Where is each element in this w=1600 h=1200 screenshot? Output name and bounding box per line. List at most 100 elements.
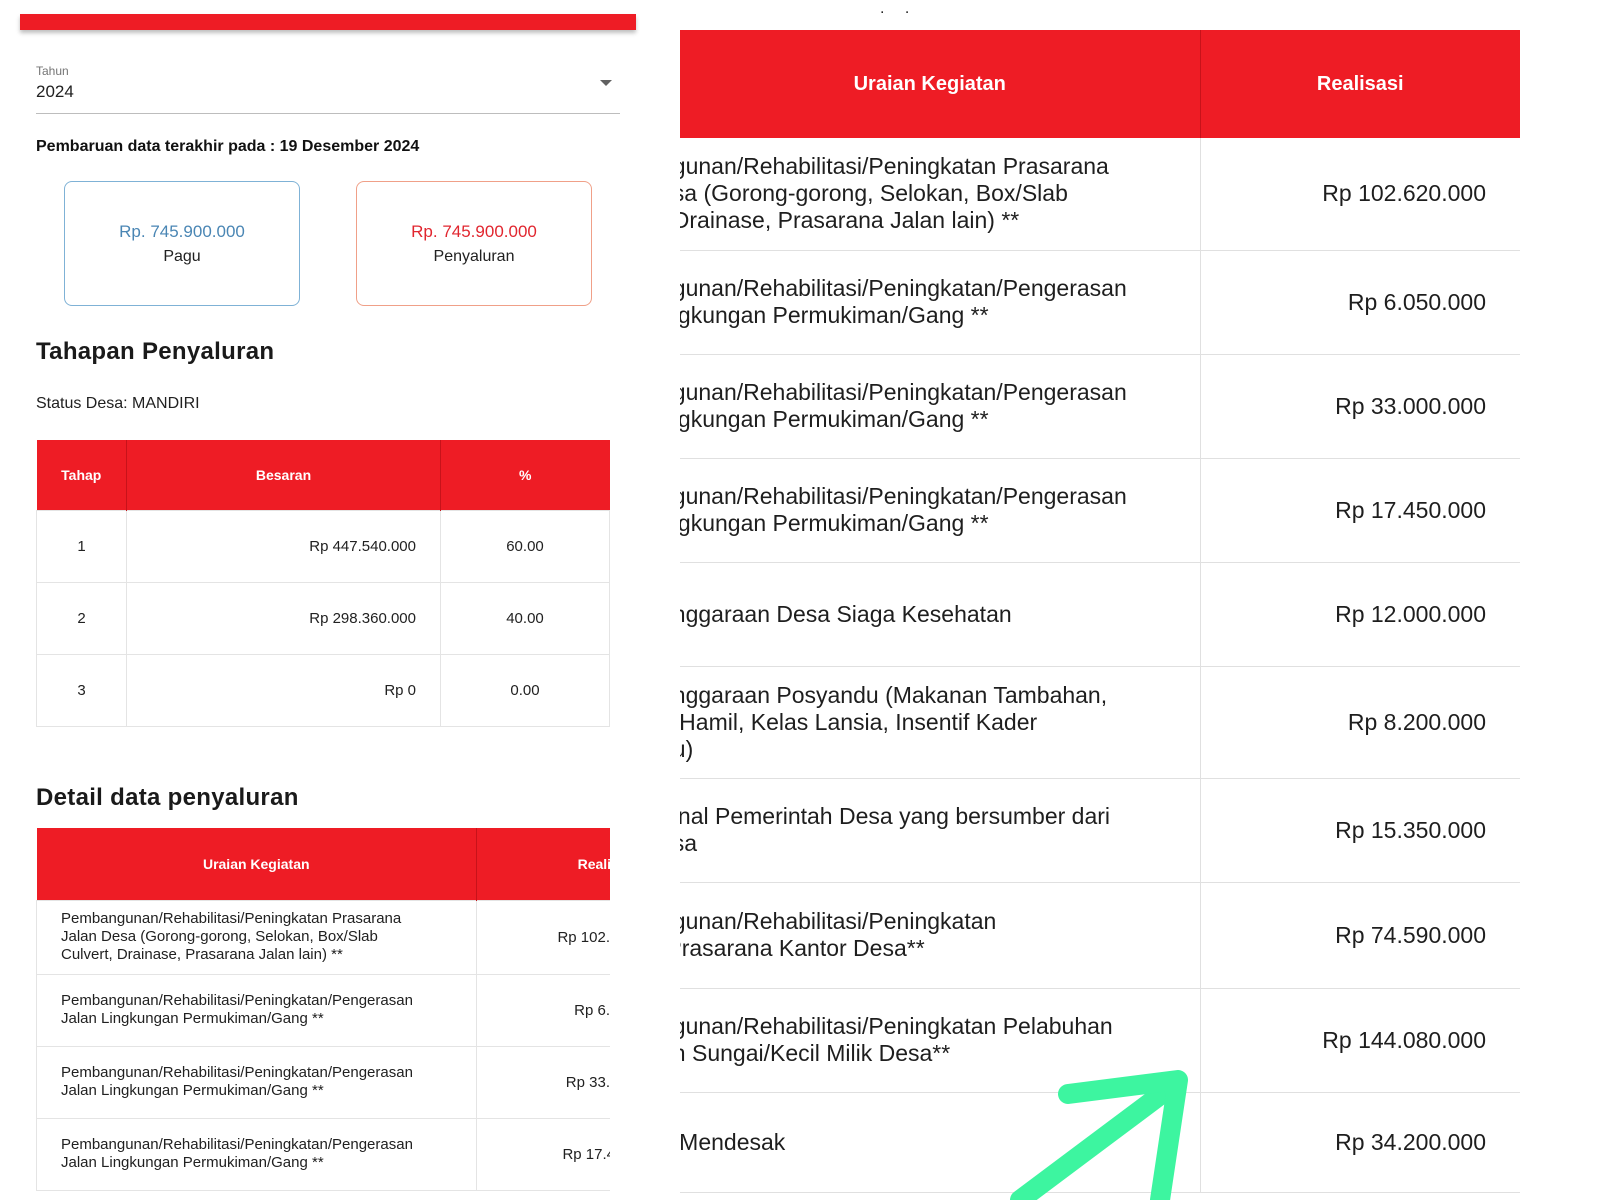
uraian-cell: ngunan/Rehabilitasi/Peningkatan/Pengeras…	[680, 250, 1201, 355]
uraian-line: Jalan Lingkungan Permukiman/Gang **	[61, 1082, 324, 1099]
header-uraian[interactable]: Uraian Kegiatan	[680, 30, 1201, 138]
uraian-line: Culvert, Drainase, Prasarana Jalan lain)…	[61, 946, 343, 963]
zoomed-panel: . . Uraian Kegiatan Realisasi ngunan/Reh…	[680, 0, 1552, 1200]
uraian-line: enggaraan Desa Siaga Kesehatan	[680, 600, 1012, 627]
realisasi-cell: Rp 102.(	[476, 899, 610, 975]
detail-table: Uraian Kegiatan Realisas Pembangunan/Reh…	[36, 828, 610, 1191]
uraian-line: Jalan Lingkungan Permukiman/Gang **	[61, 1154, 324, 1171]
table-row: ngunan/Rehabilitasi/Peningkatan/Pengeras…	[680, 250, 1520, 355]
tahap-cell: 2	[36, 581, 127, 655]
uraian-line: Jalan Desa (Gorong-gorong, Selokan, Box/…	[61, 928, 378, 945]
uraian-cell: enggaraan Posyandu (Makanan Tambahan, u H…	[680, 666, 1201, 779]
uraian-line: . Drainase, Prasarana Jalan lain) **	[680, 207, 1020, 234]
left-panel: Tahun 2024 Pembaruan data terakhir pada …	[0, 0, 640, 1200]
realisasi-cell: Rp 17.450.000	[1200, 458, 1520, 563]
table-row: ional Pemerintah Desa yang bersumber dar…	[680, 778, 1520, 883]
chevron-down-icon[interactable]	[600, 80, 612, 86]
uraian-line: n Mendesak	[680, 1128, 786, 1155]
realisasi-cell: Rp 15.350.000	[1200, 778, 1520, 883]
table-row: ngunan/Rehabilitasi/Peningkatan/Prasaran…	[680, 882, 1520, 989]
header-besaran[interactable]: Besaran	[126, 440, 441, 510]
cropped-heading: . .	[880, 0, 918, 17]
table-row: Pembangunan/Rehabilitasi/Peningkatan/Pen…	[36, 973, 610, 1047]
tahapan-table: Tahap Besaran % 1 Rp 447.540.000 60.00 2…	[36, 440, 610, 727]
zoomed-detail-table: Uraian Kegiatan Realisasi ngunan/Rehabil…	[680, 30, 1520, 1193]
header-realisasi[interactable]: Realisasi	[1200, 30, 1520, 138]
realisasi-cell: Rp 6.050.000	[1200, 250, 1520, 355]
realisasi-cell: Rp 8.200.000	[1200, 666, 1520, 779]
tahapan-title: Tahapan Penyaluran	[36, 338, 275, 365]
uraian-line: /Prasarana Kantor Desa**	[680, 935, 925, 961]
uraian-cell: Pembangunan/Rehabilitasi/Peningkatan/Pen…	[36, 1045, 477, 1119]
pagu-card: Rp. 745.900.000 Pagu	[64, 181, 300, 306]
table-row: Pembangunan/Rehabilitasi/Peningkatan/Pen…	[36, 1045, 610, 1119]
table-row: ngunan/Rehabilitasi/Peningkatan/Pengeras…	[680, 354, 1520, 459]
besaran-cell: Rp 298.360.000	[126, 581, 441, 655]
table-row: enggaraan Desa Siaga Kesehatan Rp 12.000.…	[680, 562, 1520, 667]
uraian-cell: ngunan/Rehabilitasi/Peningkatan/Pengeras…	[680, 354, 1201, 459]
realisasi-cell: Rp 33.000.000	[1200, 354, 1520, 459]
header-realisasi[interactable]: Realisas	[476, 828, 610, 900]
uraian-line: ngunan/Rehabilitasi/Peningkatan/Pengeras…	[680, 379, 1127, 405]
detail-table-scroll[interactable]: Uraian Kegiatan Realisas Pembangunan/Reh…	[36, 828, 610, 1200]
tahap-cell: 3	[36, 653, 127, 727]
realisasi-cell: Rp 12.000.000	[1200, 562, 1520, 667]
year-select-value: 2024	[36, 82, 74, 101]
uraian-cell: ngunan/Rehabilitasi/Peningkatan/Pengeras…	[680, 458, 1201, 563]
header-uraian[interactable]: Uraian Kegiatan	[36, 828, 477, 900]
detail-title: Detail data penyaluran	[36, 784, 299, 811]
uraian-cell: n Mendesak	[680, 1092, 1201, 1193]
header-percent[interactable]: %	[440, 440, 610, 510]
header-tahap[interactable]: Tahap	[36, 440, 127, 510]
uraian-cell: ngunan/Rehabilitasi/Peningkatan Prasaran…	[680, 138, 1201, 251]
table-row: 3 Rp 0 0.00	[36, 653, 610, 727]
percent-cell: 0.00	[440, 653, 610, 727]
uraian-line: ingkungan Permukiman/Gang **	[680, 406, 989, 432]
uraian-cell: Pembangunan/Rehabilitasi/Peningkatan Pra…	[36, 899, 477, 975]
uraian-line: an Sungai/Kecil Milik Desa**	[680, 1040, 951, 1066]
year-select-label: Tahun	[36, 64, 69, 78]
penyaluran-card: Rp. 745.900.000 Penyaluran	[356, 181, 592, 306]
table-row: ngunan/Rehabilitasi/Peningkatan Pelabuha…	[680, 988, 1520, 1093]
uraian-line: ngunan/Rehabilitasi/Peningkatan Prasaran…	[680, 153, 1109, 180]
realisasi-cell: Rp 34.200.000	[1200, 1092, 1520, 1193]
penyaluran-label: Penyaluran	[433, 248, 515, 265]
percent-cell: 40.00	[440, 581, 610, 655]
pagu-label: Pagu	[163, 248, 201, 265]
table-row: ngunan/Rehabilitasi/Peningkatan/Pengeras…	[680, 458, 1520, 563]
detail-header-row: Uraian Kegiatan Realisas	[36, 828, 610, 900]
last-update-text: Pembaruan data terakhir pada : 19 Desemb…	[36, 138, 420, 155]
percent-cell: 60.00	[440, 509, 610, 583]
uraian-line: ingkungan Permukiman/Gang **	[680, 510, 989, 536]
tahap-cell: 1	[36, 509, 127, 583]
realisasi-cell: Rp 33.(	[476, 1045, 610, 1119]
table-row: 2 Rp 298.360.000 40.00	[36, 581, 610, 655]
table-row: ngunan/Rehabilitasi/Peningkatan Prasaran…	[680, 138, 1520, 251]
uraian-cell: enggaraan Desa Siaga Kesehatan	[680, 562, 1201, 667]
uraian-line: Pembangunan/Rehabilitasi/Peningkatan/Pen…	[61, 992, 413, 1009]
uraian-line: Pembangunan/Rehabilitasi/Peningkatan Pra…	[61, 910, 402, 927]
table-row: Pembangunan/Rehabilitasi/Peningkatan/Pen…	[36, 1117, 610, 1191]
uraian-line: ngunan/Rehabilitasi/Peningkatan	[680, 908, 997, 934]
year-select[interactable]: Tahun 2024	[36, 60, 620, 114]
uraian-line: ingkungan Permukiman/Gang **	[680, 302, 989, 328]
uraian-line: esa (Gorong-gorong, Selokan, Box/Slab	[680, 180, 1068, 207]
realisasi-cell: Rp 144.080.000	[1200, 988, 1520, 1093]
uraian-line: Jalan Lingkungan Permukiman/Gang **	[61, 1010, 324, 1027]
besaran-cell: Rp 0	[126, 653, 441, 727]
uraian-cell: Pembangunan/Rehabilitasi/Peningkatan/Pen…	[36, 973, 477, 1047]
table-row: n Mendesak Rp 34.200.000	[680, 1092, 1520, 1193]
top-bar	[20, 14, 636, 30]
pagu-amount: Rp. 745.900.000	[119, 222, 245, 241]
zoomed-header-row: Uraian Kegiatan Realisasi	[680, 30, 1520, 138]
status-desa: Status Desa: MANDIRI	[36, 395, 200, 412]
uraian-line: du)	[680, 735, 694, 762]
table-row: enggaraan Posyandu (Makanan Tambahan, u H…	[680, 666, 1520, 779]
tahapan-header-row: Tahap Besaran %	[36, 440, 610, 510]
uraian-cell: ngunan/Rehabilitasi/Peningkatan/Prasaran…	[680, 882, 1201, 989]
uraian-line: Pembangunan/Rehabilitasi/Peningkatan/Pen…	[61, 1136, 413, 1153]
uraian-line: ional Pemerintah Desa yang bersumber dar…	[680, 803, 1111, 829]
uraian-cell: Pembangunan/Rehabilitasi/Peningkatan/Pen…	[36, 1117, 477, 1191]
realisasi-cell: Rp 74.590.000	[1200, 882, 1520, 989]
besaran-cell: Rp 447.540.000	[126, 509, 441, 583]
